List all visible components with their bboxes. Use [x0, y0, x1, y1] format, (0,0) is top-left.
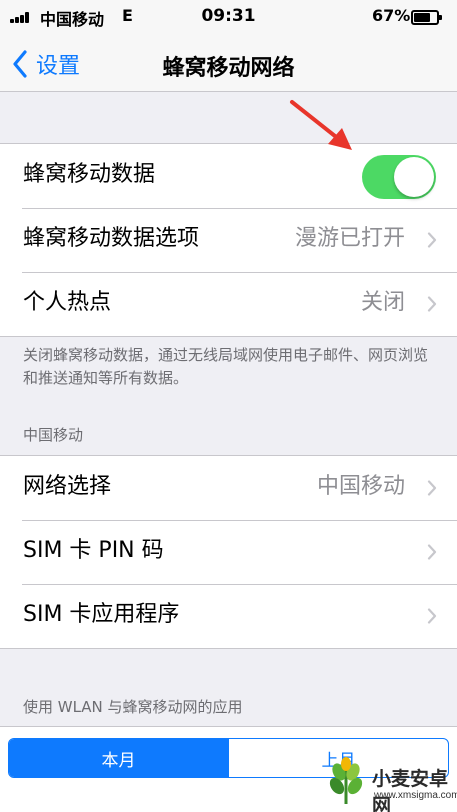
watermark-url: www.xmsigma.com — [374, 790, 457, 801]
battery-icon — [411, 10, 442, 25]
data-options-label: 蜂窝移动数据选项 — [23, 226, 200, 251]
personal-hotspot-value: 关闭 — [360, 290, 405, 315]
toggle-knob — [394, 157, 434, 197]
watermark-title: 小麦安卓网 — [372, 768, 449, 812]
network-selection-value: 中国移动 — [316, 474, 405, 499]
battery-percent: 67% — [372, 6, 411, 25]
cellular-data-footnote: 关闭蜂窝移动数据，通过无线局域网使用电子邮件、网页浏览和推送通知等所有数据。 — [23, 346, 429, 387]
cellular-settings-group: 蜂窝移动数据 蜂窝移动数据选项 漫游已打开 个人热点 关闭 — [0, 143, 457, 337]
chevron-right-icon — [427, 296, 437, 312]
page-title: 蜂窝移动网络 — [162, 56, 295, 81]
data-options-value: 漫游已打开 — [294, 226, 405, 251]
watermark: 小麦安卓网 www.xmsigma.com — [318, 748, 457, 812]
cellular-data-label: 蜂窝移动数据 — [23, 162, 156, 187]
status-bar: 中国移动 E 09:31 67% — [0, 0, 457, 36]
personal-hotspot-row[interactable]: 个人热点 关闭 — [0, 272, 457, 336]
personal-hotspot-label: 个人热点 — [23, 290, 112, 315]
chevron-right-icon — [427, 608, 437, 624]
data-options-row[interactable]: 蜂窝移动数据选项 漫游已打开 — [0, 208, 457, 272]
usage-section-header: 使用 WLAN 与蜂窝移动网的应用 — [23, 698, 243, 716]
chevron-right-icon — [427, 544, 437, 560]
sim-pin-label: SIM 卡 PIN 码 — [23, 538, 164, 563]
chevron-right-icon — [427, 480, 437, 496]
network-selection-label: 网络选择 — [23, 474, 112, 499]
wheat-logo-icon — [329, 757, 363, 805]
sim-pin-row[interactable]: SIM 卡 PIN 码 — [0, 520, 457, 584]
chevron-right-icon — [427, 232, 437, 248]
carrier-section-header: 中国移动 — [23, 426, 84, 444]
network-selection-row[interactable]: 网络选择 中国移动 — [0, 456, 457, 520]
navigation-bar: 设置 蜂窝移动网络 — [0, 36, 457, 92]
sim-applications-row[interactable]: SIM 卡应用程序 — [0, 584, 457, 648]
cellular-data-row: 蜂窝移动数据 — [0, 144, 457, 208]
carrier-settings-group: 网络选择 中国移动 SIM 卡 PIN 码 SIM 卡应用程序 — [0, 455, 457, 649]
segment-this-month[interactable]: 本月 — [9, 739, 228, 777]
sim-applications-label: SIM 卡应用程序 — [23, 602, 180, 627]
cellular-data-toggle[interactable] — [362, 155, 436, 199]
annotation-arrow-icon — [290, 100, 352, 150]
